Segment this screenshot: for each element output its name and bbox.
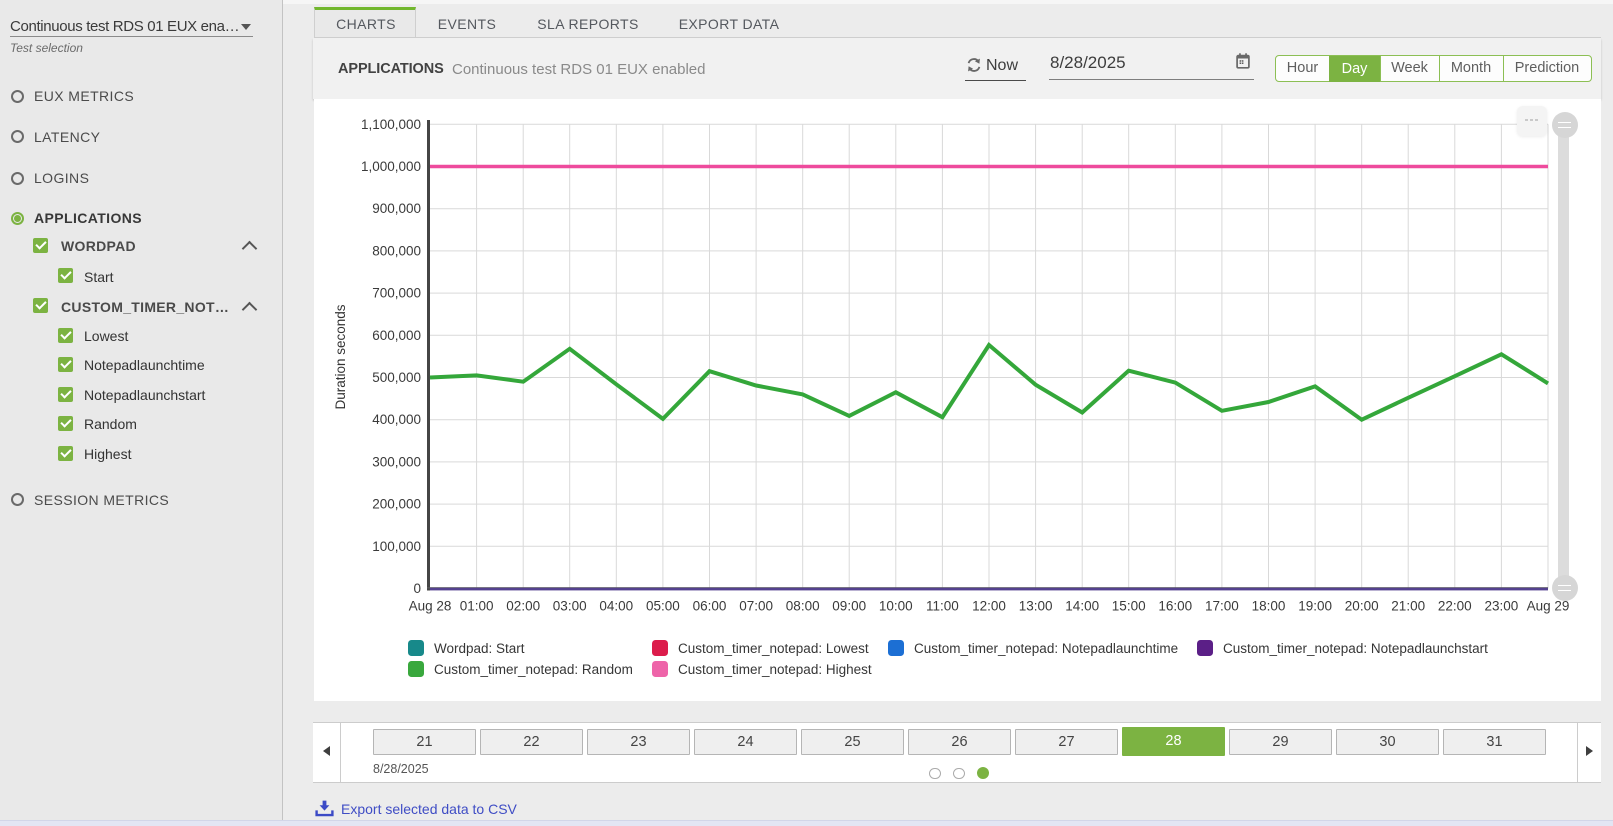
svg-text:20:00: 20:00 [1345,599,1379,614]
svg-text:800,000: 800,000 [372,243,421,258]
svg-text:1,000,000: 1,000,000 [361,159,421,174]
svg-text:22:00: 22:00 [1438,599,1472,614]
svg-text:900,000: 900,000 [372,201,421,216]
svg-text:200,000: 200,000 [372,497,421,512]
svg-text:03:00: 03:00 [553,599,587,614]
svg-text:05:00: 05:00 [646,599,680,614]
svg-text:15:00: 15:00 [1112,599,1146,614]
svg-text:17:00: 17:00 [1205,599,1239,614]
svg-text:08:00: 08:00 [786,599,820,614]
svg-text:300,000: 300,000 [372,454,421,469]
svg-text:Duration seconds: Duration seconds [333,304,348,409]
svg-text:11:00: 11:00 [926,599,959,614]
svg-text:04:00: 04:00 [599,599,633,614]
svg-text:500,000: 500,000 [372,370,421,385]
svg-text:100,000: 100,000 [372,539,421,554]
svg-text:700,000: 700,000 [372,286,421,301]
svg-text:01:00: 01:00 [460,599,494,614]
svg-text:1,100,000: 1,100,000 [361,117,421,132]
svg-text:23:00: 23:00 [1485,599,1519,614]
svg-text:21:00: 21:00 [1391,599,1425,614]
svg-text:600,000: 600,000 [372,328,421,343]
svg-text:0: 0 [413,581,421,596]
svg-text:13:00: 13:00 [1019,599,1053,614]
svg-text:14:00: 14:00 [1065,599,1099,614]
svg-text:07:00: 07:00 [739,599,773,614]
svg-text:09:00: 09:00 [832,599,866,614]
svg-text:Aug 28: Aug 28 [409,599,452,614]
svg-text:19:00: 19:00 [1298,599,1332,614]
svg-text:06:00: 06:00 [693,599,727,614]
svg-text:18:00: 18:00 [1252,599,1286,614]
svg-text:400,000: 400,000 [372,412,421,427]
svg-text:12:00: 12:00 [972,599,1006,614]
svg-text:02:00: 02:00 [506,599,540,614]
svg-text:10:00: 10:00 [879,599,913,614]
svg-text:16:00: 16:00 [1158,599,1192,614]
